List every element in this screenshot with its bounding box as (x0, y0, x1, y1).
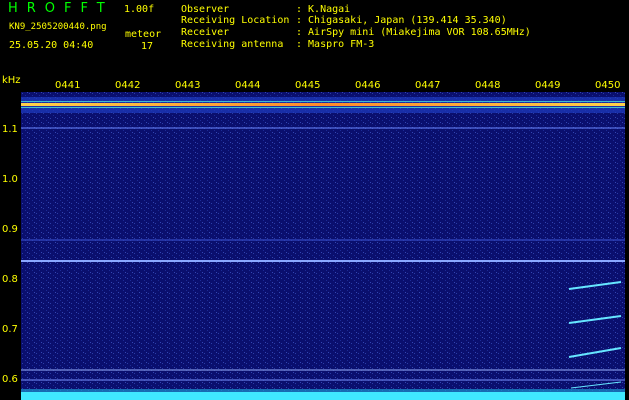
location-value: : Chigasaki, Japan (139.414 35.340) (296, 15, 507, 26)
y-tick-label: 0.7 (2, 324, 18, 335)
count-label: 17 (141, 41, 154, 52)
spectrogram-plot (21, 92, 625, 400)
frequency-unit-label: kHz (2, 75, 21, 86)
app-brand: HROFFT (8, 1, 114, 16)
carrier-edge (21, 107, 625, 108)
x-tick-label: 0441 (55, 80, 81, 91)
y-tick-label: 0.6 (2, 374, 18, 385)
y-tick-label: 1.0 (2, 174, 18, 185)
y-tick-label: 0.9 (2, 224, 18, 235)
mode-label: meteor (125, 29, 162, 40)
x-tick-label: 0445 (295, 80, 321, 91)
location-label: Receiving Location (181, 15, 290, 26)
x-tick-label: 0443 (175, 80, 201, 91)
y-tick-label: 1.1 (2, 124, 18, 135)
observer-value: : K.Nagai (296, 4, 351, 15)
observer-label: Observer (181, 4, 230, 15)
x-tick-label: 0448 (475, 80, 501, 91)
filename-label: KN9_2505200440.png (9, 22, 107, 32)
y-tick-label: 0.8 (2, 274, 18, 285)
x-tick-label: 0446 (355, 80, 381, 91)
noise-floor-band (21, 389, 625, 392)
timestamp-label: 25.05.20 04:40 (9, 40, 94, 51)
noise-floor-band (21, 392, 625, 400)
x-tick-label: 0449 (535, 80, 561, 91)
x-tick-label: 0450 (595, 80, 621, 91)
antenna-label: Receiving antenna (181, 39, 284, 50)
header: HROFFT 1.00f KN9_2505200440.png meteor 2… (0, 0, 629, 72)
receiver-value: : AirSpy mini (Miakejima VOR 108.65MHz) (296, 27, 531, 38)
x-tick-label: 0442 (115, 80, 141, 91)
spectrogram-canvas (21, 92, 625, 400)
carrier-edge (21, 101, 625, 102)
noise-background (21, 92, 625, 400)
x-tick-label: 0444 (235, 80, 261, 91)
receiver-label: Receiver (181, 27, 230, 38)
carrier-band (21, 103, 625, 106)
version-label: 1.00f (124, 4, 155, 15)
antenna-value: : Maspro FM-3 (296, 39, 375, 50)
x-tick-label: 0447 (415, 80, 441, 91)
